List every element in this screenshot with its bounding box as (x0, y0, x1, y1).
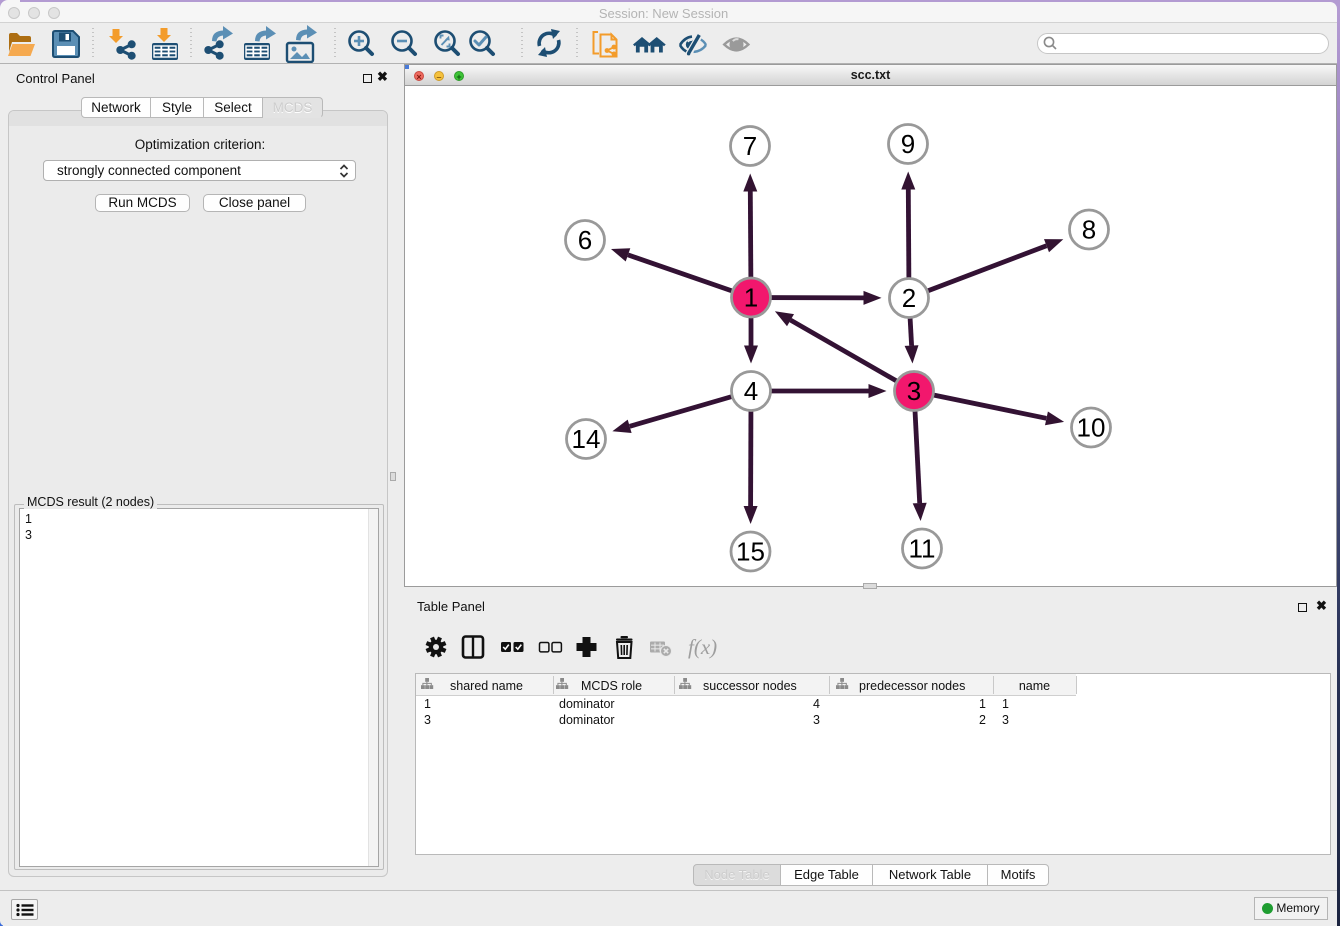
svg-text:2: 2 (902, 283, 916, 313)
svg-text:7: 7 (743, 131, 757, 161)
svg-text:3: 3 (907, 376, 921, 406)
svg-text:4: 4 (744, 376, 758, 406)
svg-text:6: 6 (578, 225, 592, 255)
svg-text:f(x): f(x) (688, 635, 717, 659)
svg-text:11: 11 (909, 534, 936, 564)
svg-text:8: 8 (1082, 215, 1096, 245)
svg-text:9: 9 (901, 129, 915, 159)
svg-text:1: 1 (744, 283, 758, 313)
svg-text:14: 14 (572, 424, 601, 454)
svg-text:10: 10 (1077, 413, 1106, 443)
svg-text:15: 15 (736, 537, 765, 567)
